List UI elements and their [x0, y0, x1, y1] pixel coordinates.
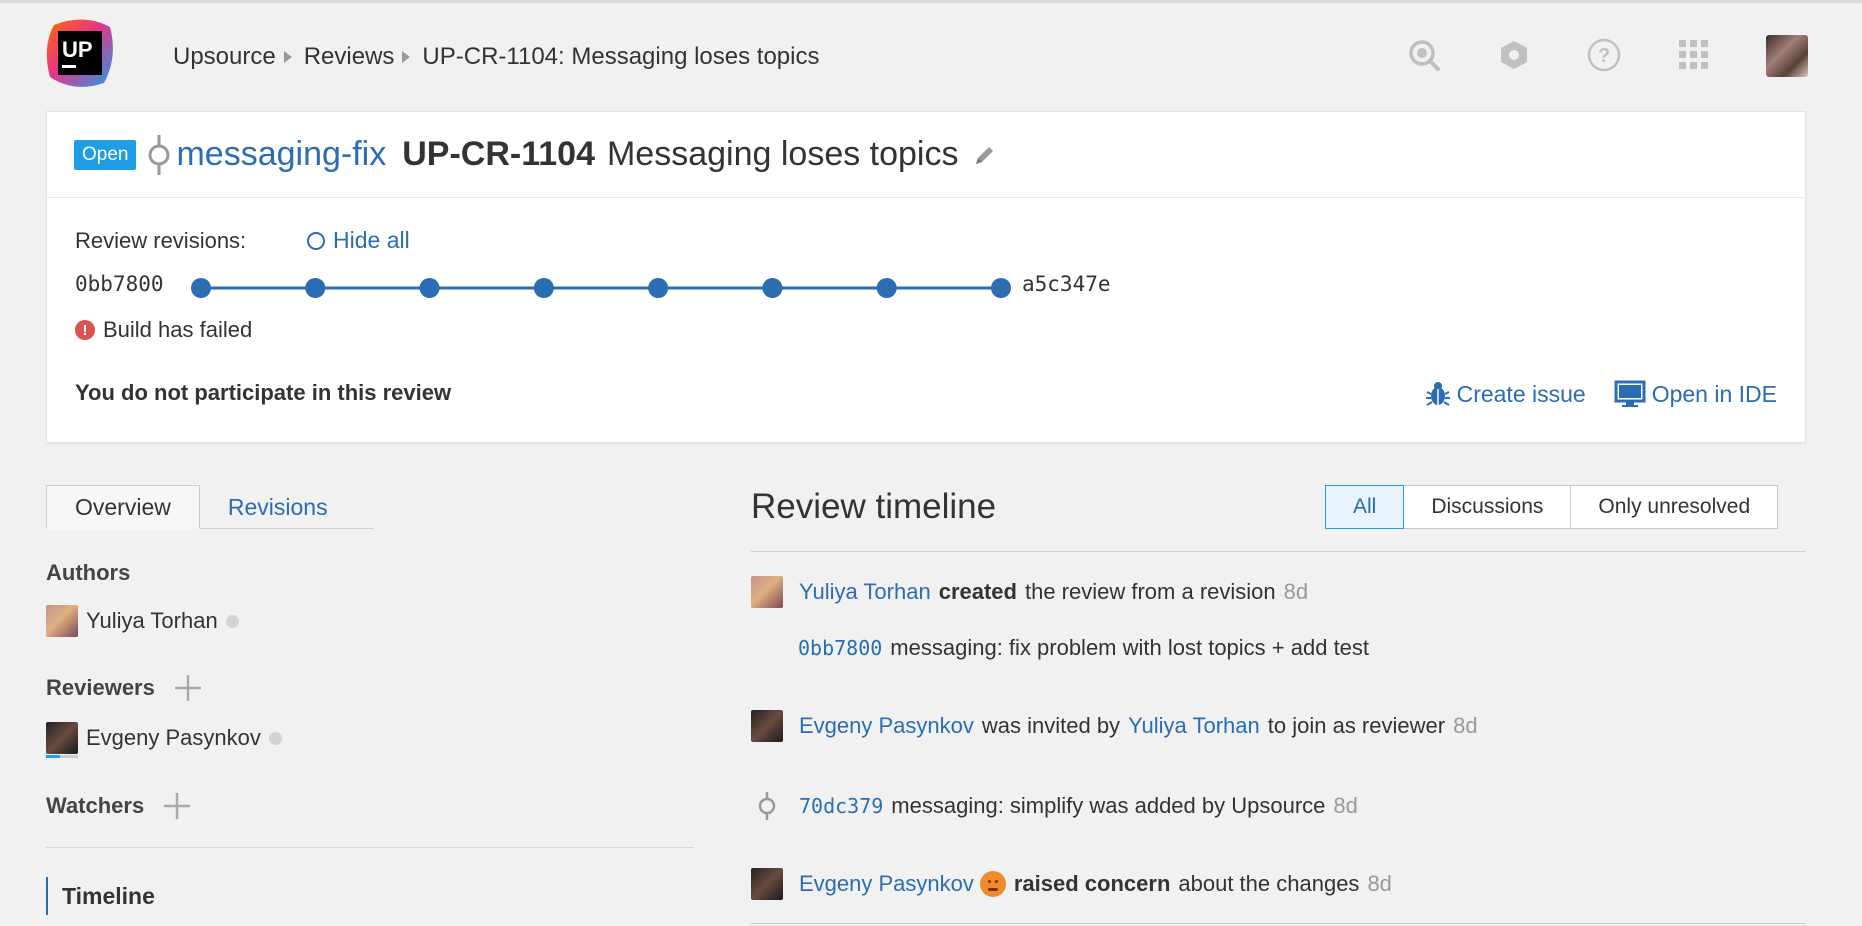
breadcrumb-current: UP-CR-1104: Messaging loses topics [422, 43, 820, 70]
status-badge: Open [74, 139, 137, 170]
search-icon[interactable] [1406, 37, 1442, 73]
commit-link[interactable]: 0bb7800 [798, 636, 882, 660]
filter-unresolved-button[interactable]: Only unresolved [1570, 485, 1779, 529]
apps-grid-icon[interactable] [1676, 37, 1712, 73]
review-header: Open messaging-fix UP-CR-1104 Messaging … [47, 112, 1805, 198]
svg-text:UP: UP [62, 37, 93, 62]
breadcrumb: Upsource Reviews UP-CR-1104: Messaging l… [173, 43, 819, 71]
review-id: UP-CR-1104 [402, 135, 595, 173]
timeline-event-concern: Evgeny Pasynkov raised concern about the… [751, 868, 1392, 900]
revision-dot[interactable] [305, 278, 326, 298]
add-reviewer-icon[interactable] [173, 673, 203, 703]
create-issue-button[interactable]: Create issue [1425, 380, 1586, 408]
revision-icon [758, 792, 776, 820]
divider [46, 847, 694, 848]
divider [751, 551, 1806, 552]
divider [751, 923, 1806, 924]
revision-dot[interactable] [419, 278, 440, 298]
revision-dot[interactable] [762, 278, 783, 298]
nav-timeline[interactable]: Timeline [46, 877, 155, 915]
build-status[interactable]: ! Build has failed [75, 317, 252, 343]
error-icon: ! [75, 320, 95, 340]
user-link[interactable]: Evgeny Pasynkov [799, 713, 974, 739]
breadcrumb-upsource[interactable]: Upsource [173, 43, 276, 71]
author-item[interactable]: Yuliya Torhan [46, 605, 239, 637]
branch-link[interactable]: messaging-fix [176, 135, 386, 174]
tab-overview[interactable]: Overview [46, 485, 200, 529]
reviewers-title: Reviewers [46, 673, 203, 703]
revision-dot[interactable] [876, 278, 897, 298]
monitor-icon [1614, 380, 1646, 407]
revision-dot[interactable] [648, 278, 669, 298]
watchers-title: Watchers [46, 791, 192, 821]
user-link[interactable]: Yuliya Torhan [1128, 713, 1260, 739]
filter-all-button[interactable]: All [1325, 485, 1405, 529]
help-icon[interactable]: ? [1586, 37, 1622, 73]
revision-dot[interactable] [991, 278, 1011, 298]
review-card: Open messaging-fix UP-CR-1104 Messaging … [46, 111, 1806, 443]
tab-revisions[interactable]: Revisions [200, 485, 356, 529]
breadcrumb-reviews[interactable]: Reviews [304, 43, 395, 71]
svg-text:?: ? [1598, 45, 1610, 67]
hide-all-button[interactable]: Hide all [307, 227, 410, 254]
commit-link[interactable]: 70dc379 [799, 794, 883, 818]
timeline-event-invited: Evgeny Pasynkov was invited by Yuliya To… [751, 710, 1478, 742]
concern-face-icon [979, 871, 1006, 897]
last-revision-hash: a5c347e [1022, 272, 1111, 296]
user-link[interactable]: Yuliya Torhan [799, 579, 931, 605]
timeline-event-created: Yuliya Torhan created the review from a … [751, 576, 1308, 608]
bug-icon [1425, 382, 1450, 406]
offline-status-dot [268, 731, 282, 745]
user-avatar[interactable] [1766, 35, 1808, 77]
branch-icon [148, 134, 170, 175]
revision-dot[interactable] [191, 278, 211, 298]
avatar [46, 722, 78, 758]
offline-status-dot [225, 614, 239, 628]
avatar [751, 576, 783, 608]
timeline-event-revision: 0bb7800 messaging: fix problem with lost… [798, 635, 1370, 660]
add-watcher-icon[interactable] [162, 791, 192, 821]
circle-icon [307, 231, 325, 250]
timeline-title: Review timeline [751, 487, 997, 526]
avatar [751, 710, 783, 742]
user-link[interactable]: Evgeny Pasynkov [799, 871, 974, 897]
avatar [46, 605, 78, 637]
breadcrumb-separator-icon [283, 51, 292, 63]
timeline-filters: All Discussions Only unresolved [1325, 485, 1779, 529]
filter-discussions-button[interactable]: Discussions [1403, 485, 1572, 529]
timeline-event-added: 70dc379 messaging: simplify was added by… [751, 790, 1358, 822]
avatar [751, 868, 783, 900]
hexagon-icon[interactable] [1496, 37, 1532, 73]
review-title: Messaging loses topics [606, 135, 959, 173]
revisions-label: Review revisions: [75, 228, 247, 253]
review-actions: Create issue Open in IDE [1397, 380, 1777, 408]
header-icons: ? [1406, 37, 1766, 73]
upsource-logo[interactable]: UP [44, 17, 116, 89]
revision-dot[interactable] [533, 278, 554, 298]
edit-pencil-icon[interactable] [973, 143, 997, 167]
authors-title: Authors [46, 560, 131, 585]
revision-graph [191, 278, 1011, 298]
breadcrumb-separator-icon [402, 51, 411, 63]
participation-notice: You do not participate in this review [75, 380, 452, 405]
reviewer-item[interactable]: Evgeny Pasynkov [46, 722, 282, 758]
first-revision-hash: 0bb7800 [75, 272, 164, 296]
open-in-ide-button[interactable]: Open in IDE [1614, 380, 1777, 408]
left-tabs: Overview Revisions [46, 485, 374, 529]
